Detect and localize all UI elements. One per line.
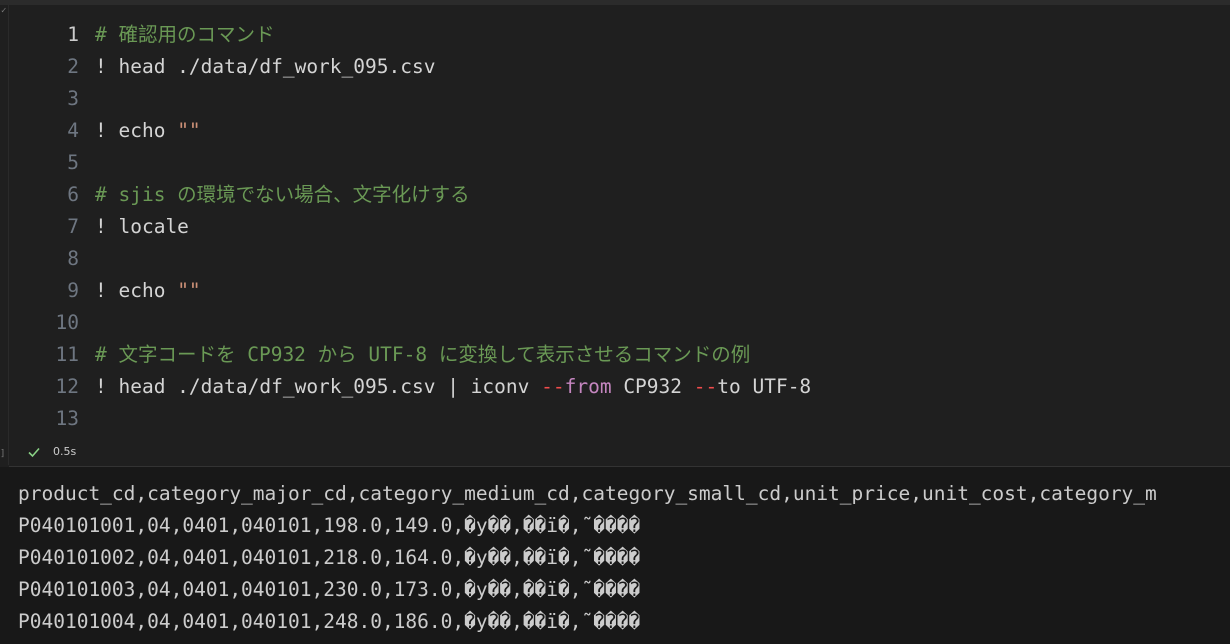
line-number: 12 [55,375,79,398]
code-token: CP932 [611,375,694,398]
output-line: P040101001,04,0401,040101,198.0,149.0,�y… [18,514,641,537]
code-line[interactable]: 1 # 確認用のコマンド [9,19,1230,51]
code-line[interactable]: 7 ! locale [9,211,1230,243]
cell-execution-status: 0.5s [9,436,1230,467]
code-token: -- [693,375,718,398]
code-token: ! locale [95,215,189,238]
code-token: # 文字コードを CP932 から UTF-8 に変換して表示させるコマンドの例 [95,343,751,366]
line-number: 5 [67,151,79,174]
code-text[interactable]: # 文字コードを CP932 から UTF-8 に変換して表示させるコマンドの例 [95,339,750,371]
output-line: P040101003,04,0401,040101,230.0,173.0,�y… [18,578,641,601]
check-icon [28,447,40,458]
bracket-top-icon: ✓ [1,6,7,16]
notebook-cell-view: ✓ ] 1 # 確認用のコマンド 2 ! head ./data/df_work_09… [0,0,1230,644]
line-number: 6 [67,183,79,206]
code-line[interactable]: 12 ! head ./data/df_work_095.csv | iconv … [9,371,1230,403]
line-number: 8 [67,247,79,270]
code-text[interactable]: ! echo "" [95,275,201,307]
code-line[interactable]: 2 ! head ./data/df_work_095.csv [9,51,1230,83]
code-token: ! head ./data/df_work_095.csv | iconv [95,375,542,398]
line-number: 10 [55,311,79,334]
code-token: ! echo [95,119,178,142]
output-line: P040101004,04,0401,040101,248.0,186.0,�y… [18,610,641,633]
line-number: 7 [67,215,79,238]
output-line: product_cd,category_major_cd,category_me… [18,482,1157,505]
code-line[interactable]: 3 [9,83,1230,115]
code-line[interactable]: 8 [9,243,1230,275]
output-line: P040101002,04,0401,040101,218.0,164.0,�y… [18,546,641,569]
code-line[interactable]: 9 ! echo "" [9,275,1230,307]
code-text[interactable]: # sjis の環境でない場合、文字化けする [95,179,470,211]
line-number: 2 [67,55,79,78]
code-token: ! head ./data/df_work_095.csv [95,55,436,78]
code-token: "" [177,119,201,142]
code-token: "" [177,279,201,302]
line-number: 9 [67,279,79,302]
code-text[interactable]: ! locale [95,211,189,243]
code-token: ! echo [95,279,178,302]
code-token: to UTF-8 [717,375,812,398]
line-number: 11 [55,343,79,366]
bracket-bottom-icon: ] [0,449,6,459]
code-token: # 確認用のコマンド [95,23,275,46]
line-number: 13 [55,407,79,430]
line-number: 3 [67,87,79,110]
code-text[interactable]: ! head ./data/df_work_095.csv | iconv --… [95,371,811,403]
code-text[interactable]: # 確認用のコマンド [95,19,274,51]
execution-duration: 0.5s [53,445,77,458]
code-token: # sjis の環境でない場合、文字化けする [95,183,470,206]
code-token: -- [541,375,565,398]
cell-collapse-bracket[interactable]: ✓ ] [0,5,9,465]
code-line[interactable]: 4 ! echo "" [9,115,1230,147]
code-line[interactable]: 11 # 文字コードを CP932 から UTF-8 に変換して表示させるコマンド… [9,339,1230,371]
code-token: from [564,375,612,398]
code-editor[interactable]: 1 # 確認用のコマンド 2 ! head ./data/df_work_095.cs… [9,5,1230,436]
code-line[interactable]: 10 [9,307,1230,339]
code-text[interactable]: ! echo "" [95,115,201,147]
code-text[interactable]: ! head ./data/df_work_095.csv [95,51,435,83]
code-line[interactable]: 13 [9,403,1230,435]
code-line[interactable]: 5 [9,147,1230,179]
cell-output: product_cd,category_major_cd,category_me… [0,467,1230,644]
code-line[interactable]: 6 # sjis の環境でない場合、文字化けする [9,179,1230,211]
line-number: 1 [67,23,79,46]
line-number: 4 [67,119,79,142]
